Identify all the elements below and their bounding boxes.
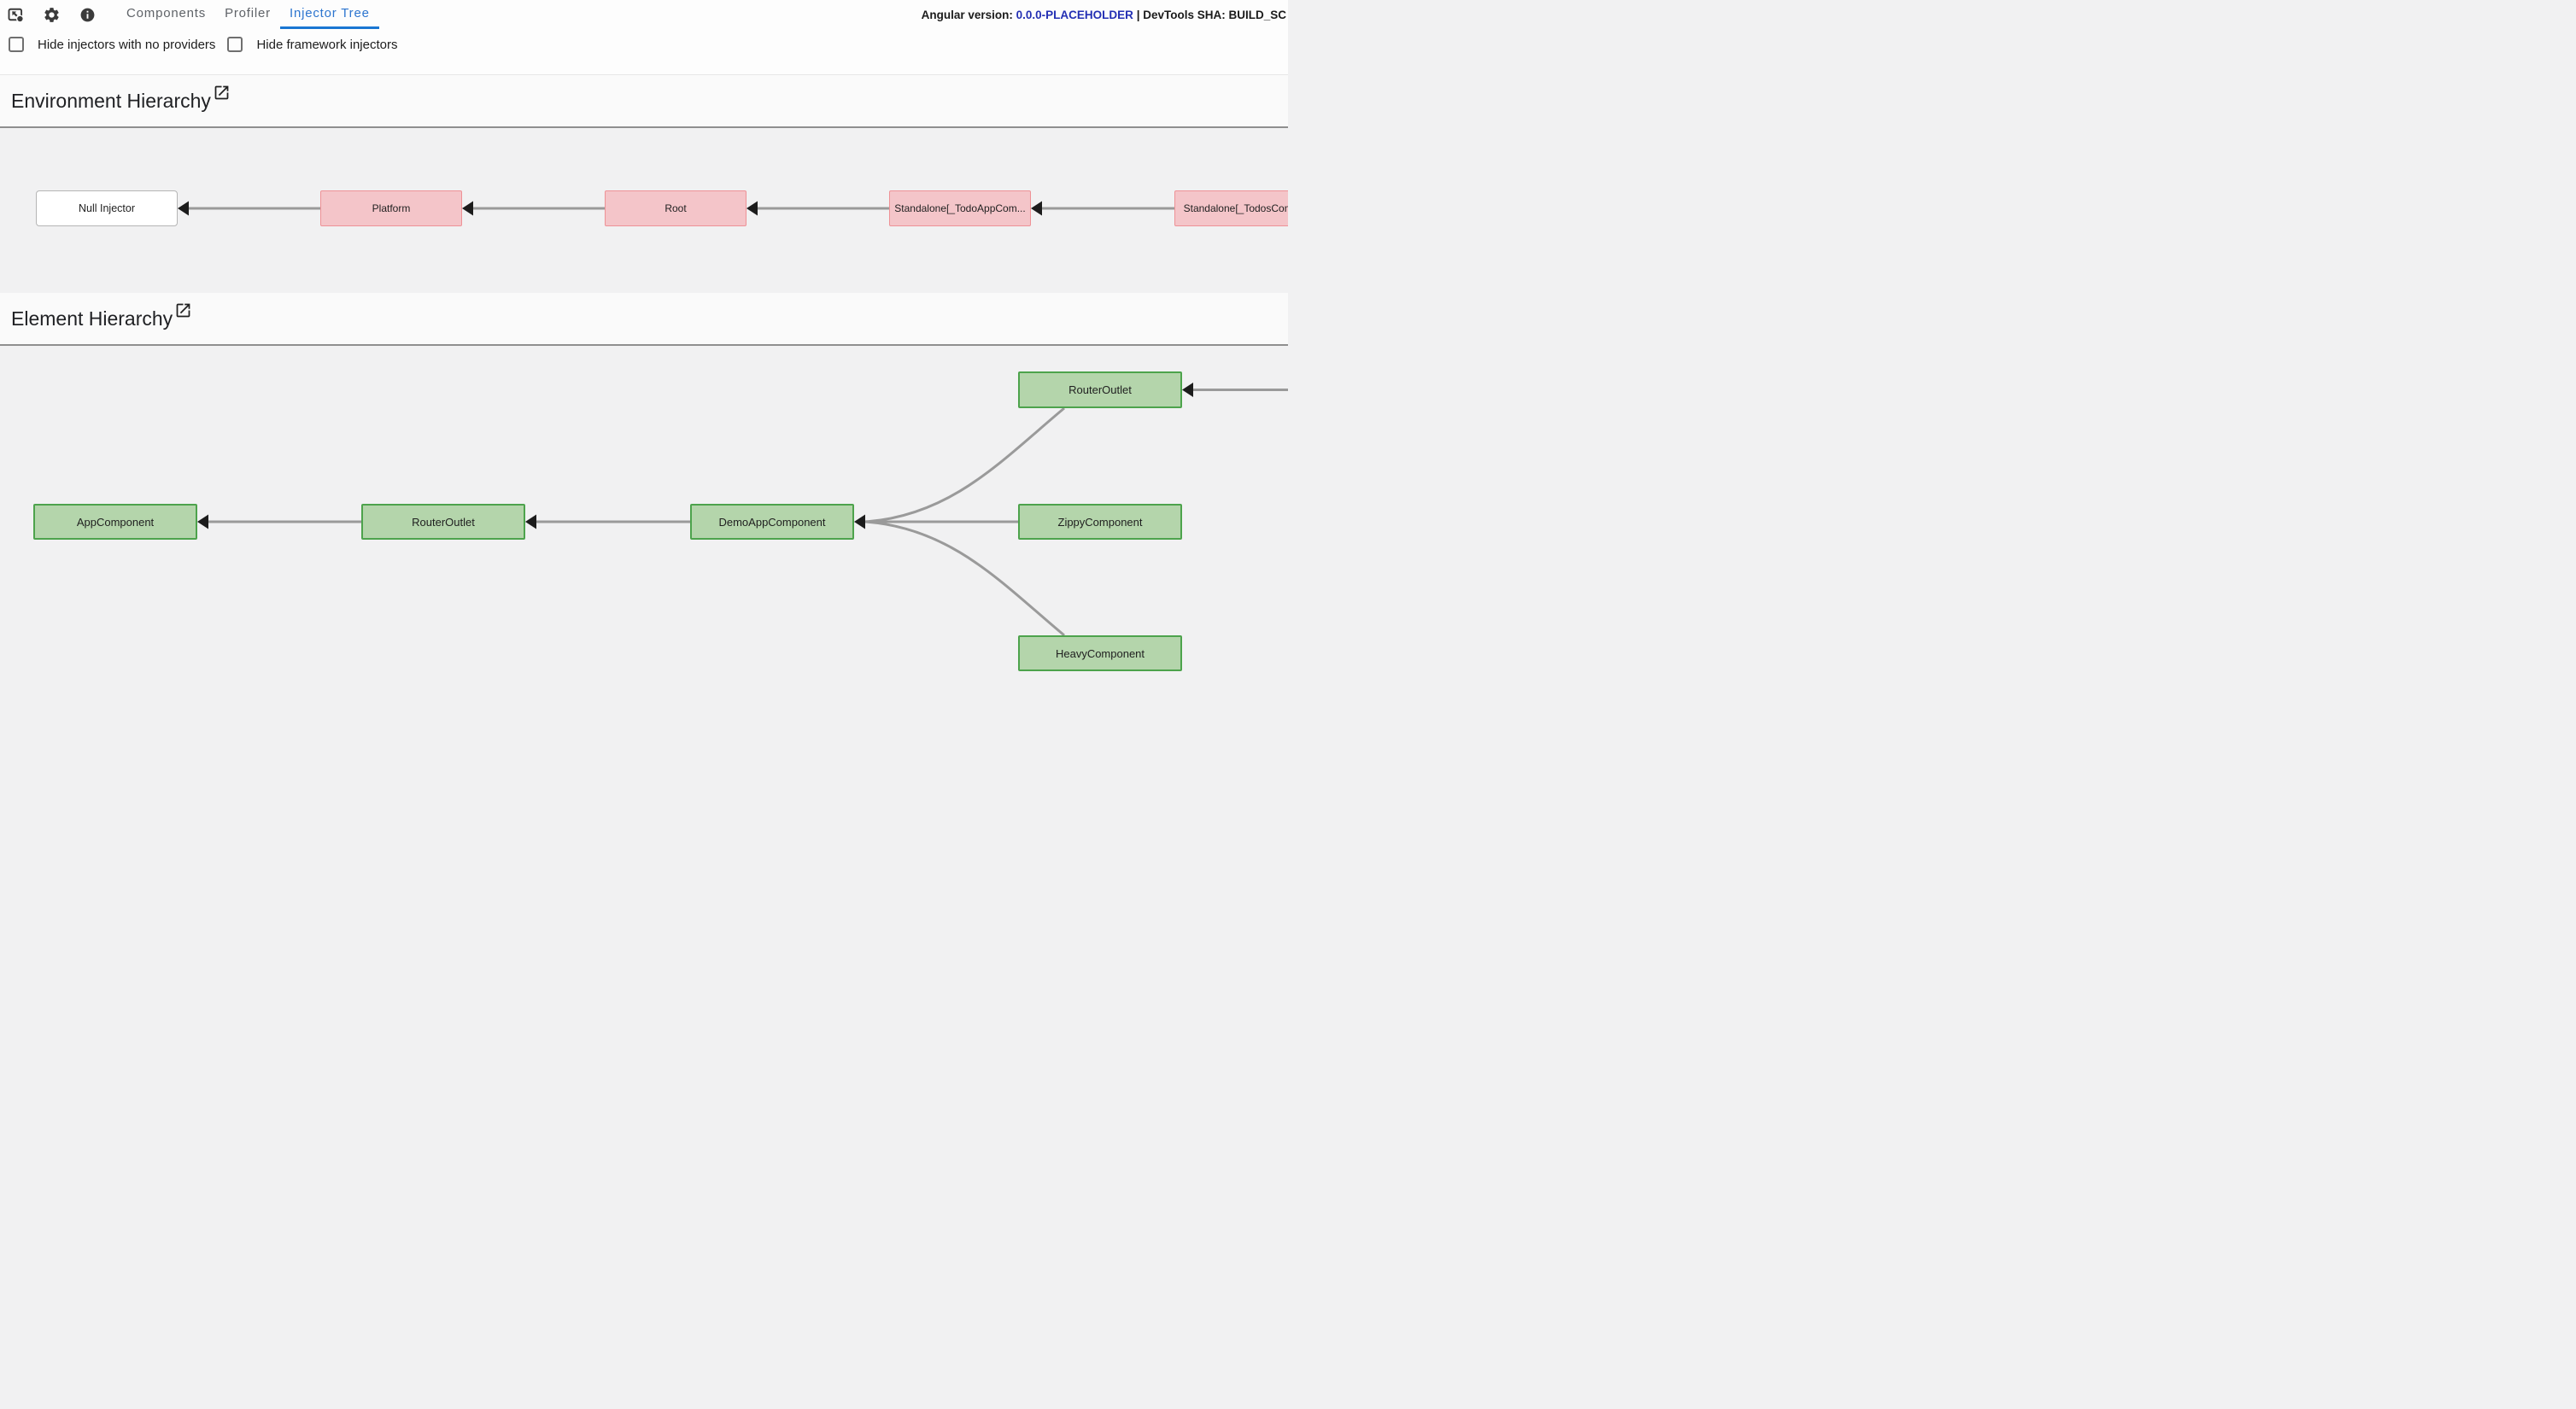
arrowhead-standalone1 [1031,202,1042,216]
env-node-null-injector[interactable]: Null Injector [36,190,178,226]
info-icon[interactable] [78,5,97,24]
hide-no-providers-label: Hide injectors with no providers [38,38,215,52]
elem-node-zippycomponent[interactable]: ZippyComponent [1018,504,1182,540]
elem-node-appcomponent[interactable]: AppComponent [33,504,197,540]
inspect-icon[interactable] [6,5,25,24]
arrowhead-platform [462,202,473,216]
arrowhead-routeroutlet2 [1182,383,1193,397]
elem-node-routeroutlet-2[interactable]: RouterOutlet [1018,371,1182,408]
filter-row: Hide injectors with no providers Hide fr… [0,37,1288,52]
hide-framework-checkbox[interactable] [227,37,243,52]
env-node-platform[interactable]: Platform [320,190,462,226]
element-hierarchy-title: Element Hierarchy [11,307,173,330]
tab-bar: Components Profiler Injector Tree [117,0,379,29]
elem-node-routeroutlet[interactable]: RouterOutlet [361,504,525,540]
environment-hierarchy-graph: Null Injector Platform Root Standalone[_… [0,128,1288,293]
tab-profiler[interactable]: Profiler [215,0,280,29]
tab-injector-tree[interactable]: Injector Tree [280,0,379,29]
tab-components[interactable]: Components [117,0,215,29]
env-node-root[interactable]: Root [605,190,746,226]
hide-framework-label: Hide framework injectors [256,38,397,52]
env-node-standalone-todoapp[interactable]: Standalone[_TodoAppCom... [889,190,1031,226]
header: Components Profiler Injector Tree Angula… [0,0,1288,75]
arrowhead-routeroutlet [525,515,536,529]
arrowhead-demoapp [854,515,865,529]
elem-node-demoappcomponent[interactable]: DemoAppComponent [690,504,854,540]
version-value[interactable]: 0.0.0-PLACEHOLDER [1016,9,1133,21]
element-hierarchy-header: Element Hierarchy [0,293,1288,346]
devtools-sha: | DevTools SHA: BUILD_SC [1137,9,1286,21]
version-info: Angular version: 0.0.0-PLACEHOLDER | Dev… [922,9,1286,21]
arrowhead-null-injector [178,202,189,216]
environment-hierarchy-title: Environment Hierarchy [11,90,211,113]
open-in-new-icon[interactable] [174,301,192,324]
filter-hide-no-providers: Hide injectors with no providers [9,37,215,52]
filter-hide-framework: Hide framework injectors [227,37,397,52]
arrowhead-appcomponent [197,515,208,529]
open-in-new-icon[interactable] [213,84,231,106]
element-hierarchy-graph: AppComponent RouterOutlet DemoAppCompone… [0,346,1288,701]
settings-gear-icon[interactable] [42,5,61,24]
arrowhead-root [746,202,758,216]
elem-node-heavycomponent[interactable]: HeavyComponent [1018,635,1182,671]
environment-hierarchy-header: Environment Hierarchy [0,75,1288,128]
env-node-standalone-todos[interactable]: Standalone[_TodosComp... [1174,190,1288,226]
version-label: Angular version: [922,9,1013,21]
hide-no-providers-checkbox[interactable] [9,37,24,52]
